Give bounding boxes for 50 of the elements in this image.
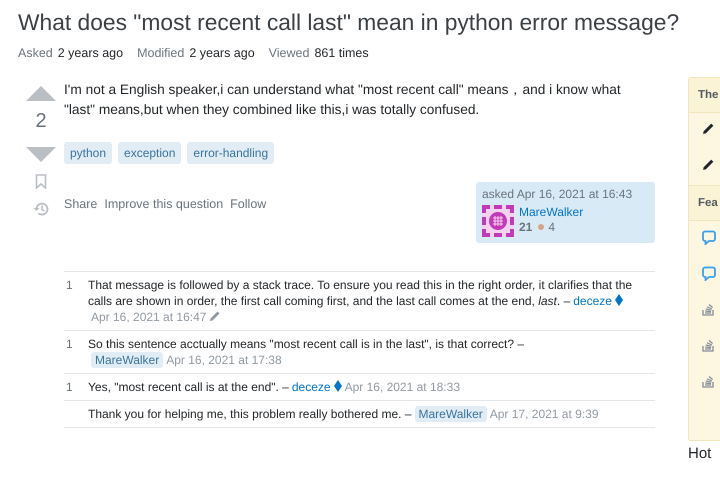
comment-author-link[interactable]: deceze	[573, 294, 612, 308]
comment-author-link[interactable]: MareWalker	[414, 406, 487, 422]
stack-icon[interactable]	[702, 374, 715, 388]
comment-author-link[interactable]: MareWalker	[91, 352, 164, 368]
comment-score: 1	[66, 380, 73, 394]
meta-label: Modified	[137, 46, 184, 60]
meta-value: 2 years ago	[189, 46, 255, 60]
bookmark-icon[interactable]	[35, 174, 47, 189]
comment-date: Apr 17, 2021 at 9:39	[490, 407, 598, 421]
bronze-badge-count: 4	[548, 220, 556, 234]
sidebar-header: Fea	[689, 185, 720, 221]
reputation-score: 21	[519, 220, 532, 234]
meta-label: Viewed	[268, 46, 310, 60]
meta-label: Asked	[18, 46, 53, 60]
comment-author-link[interactable]: deceze	[292, 380, 331, 394]
comment-score: 1	[66, 337, 73, 351]
comment-text: That message is followed by a stack trace. To ensure you read this in the right order, it clarifies that the calls are shown in order, the first call coming first, and the last call comes at the end, last. – deceze Apr 16, 2021 at 16:47	[88, 277, 634, 325]
stack-icon[interactable]	[702, 302, 715, 316]
identicon-avatar[interactable]	[482, 205, 514, 237]
vote-count: 2	[35, 109, 47, 133]
question-title: What does "most recent call last" mean in python error message?	[18, 8, 680, 37]
history-icon[interactable]	[32, 201, 50, 217]
downvote-icon[interactable]	[26, 147, 56, 162]
comment-text: Thank you for helping me, this problem really bothered me. – MareWalker Apr 17, 2021 at 9:39	[88, 406, 600, 422]
comment-text: Yes, "most recent call is at the end". – deceze Apr 16, 2021 at 18:33	[88, 379, 461, 395]
pencil-icon[interactable]	[702, 158, 715, 171]
user-name-link[interactable]: MareWalker	[519, 205, 584, 219]
question-body: I'm not a English speaker,i can understand what "most recent call" means，and i know what "last" means,but when they combined like this,i was totally confused.	[64, 81, 622, 119]
bronze-badge-icon	[538, 224, 544, 230]
tag[interactable]: exception	[118, 142, 182, 164]
sidebar-heading: Hot	[688, 445, 712, 462]
tag[interactable]: python	[64, 142, 112, 164]
speech-bubble-icon[interactable]	[702, 266, 716, 281]
pencil-icon[interactable]	[702, 122, 715, 135]
post-action-link[interactable]: Follow	[230, 197, 266, 211]
comment-score: 1	[66, 278, 73, 292]
post-action-link[interactable]: Share	[64, 197, 98, 211]
asked-date: asked Apr 16, 2021 at 16:43	[482, 187, 634, 201]
upvote-icon[interactable]	[26, 86, 56, 101]
sidebar-header: The	[689, 78, 720, 113]
speech-bubble-icon[interactable]	[702, 230, 716, 245]
meta-value: 2 years ago	[58, 46, 124, 60]
comment-date: Apr 16, 2021 at 18:33	[344, 380, 460, 394]
comment-date: Apr 16, 2021 at 17:38	[166, 353, 282, 367]
meta-value: 861 times	[314, 46, 369, 60]
stack-icon[interactable]	[702, 338, 715, 352]
post-action-link[interactable]: Improve this question	[104, 197, 224, 211]
comment-date: Apr 16, 2021 at 16:47	[91, 310, 206, 324]
comment-text: So this sentence acctually means "most recent call is in the last", is that correct? – MareWalker Apr 16, 2021 at 17:38	[88, 336, 526, 368]
tag[interactable]: error-handling	[187, 142, 274, 164]
